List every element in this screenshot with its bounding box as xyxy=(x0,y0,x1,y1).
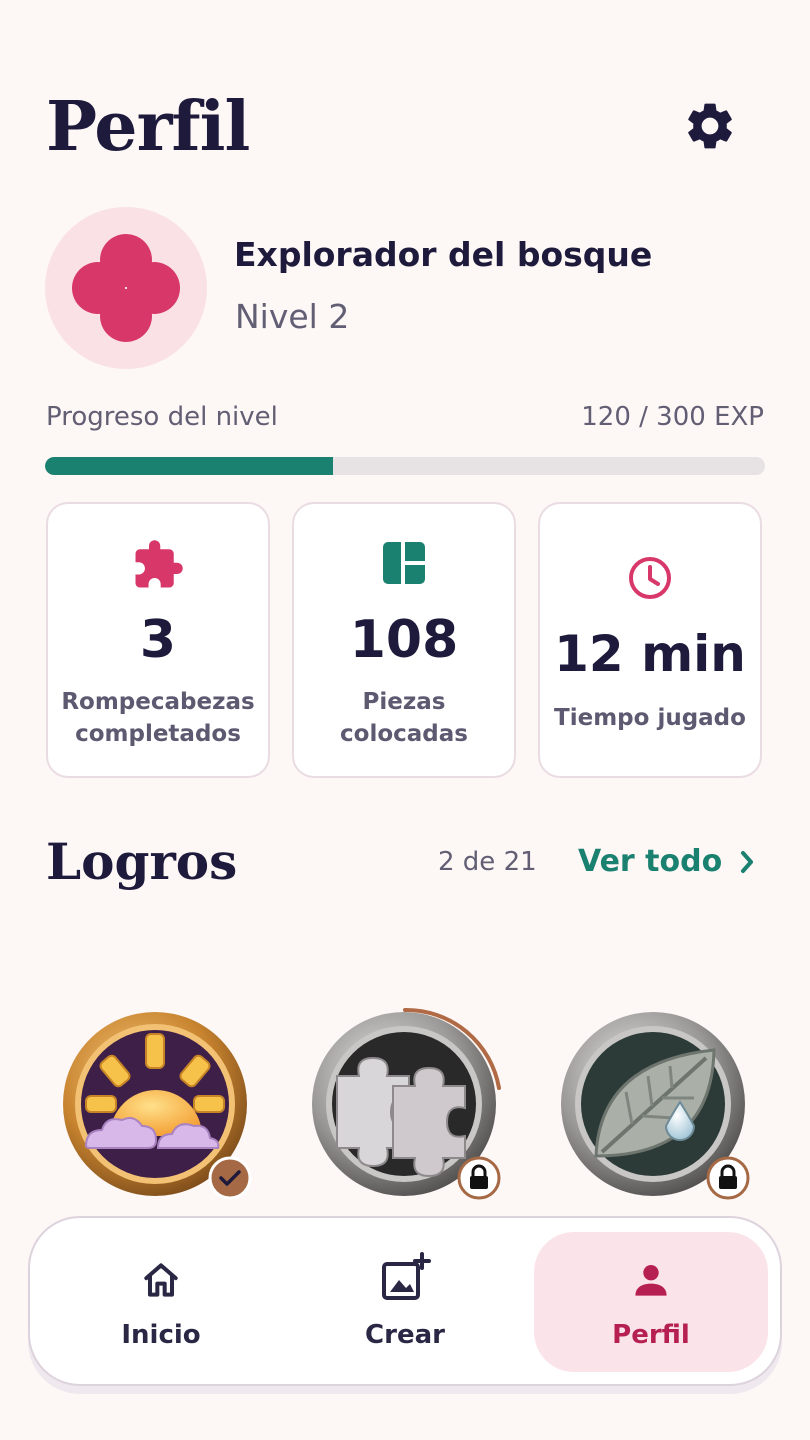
achievement-badge-leaf[interactable] xyxy=(556,1006,756,1206)
player-name: Explorador del bosque xyxy=(234,235,653,274)
progress-value: 120 / 300 EXP xyxy=(581,402,764,432)
see-all-label: Ver todo xyxy=(578,844,723,879)
home-icon xyxy=(144,1263,178,1297)
achievement-badge-sunrise[interactable] xyxy=(58,1006,258,1206)
lock-icon xyxy=(457,1156,501,1200)
achievements-count: 2 de 21 xyxy=(438,847,537,877)
bottom-navigation: Inicio Crear Perfil xyxy=(28,1216,782,1386)
puzzle-piece-icon xyxy=(135,540,183,588)
page-title: Perfil xyxy=(46,87,250,167)
avatar[interactable] xyxy=(45,207,207,369)
pieces-grid-icon xyxy=(383,542,425,584)
person-icon xyxy=(635,1264,667,1296)
nav-label: Crear xyxy=(365,1320,445,1350)
nav-item-crear[interactable]: Crear xyxy=(288,1232,522,1372)
stat-value: 12 min xyxy=(554,625,746,683)
checkmark-icon xyxy=(208,1156,252,1200)
stat-value: 3 xyxy=(139,610,177,670)
progress-label: Progreso del nivel xyxy=(46,402,278,432)
achievement-badge-puzzle[interactable] xyxy=(307,1006,507,1206)
add-image-icon xyxy=(382,1252,431,1300)
level-progress-bar xyxy=(45,457,765,475)
stat-label: Rompecabezas completados xyxy=(61,689,255,747)
stat-card-puzzles: 3 Rompecabezas completados xyxy=(46,502,270,778)
see-all-link[interactable]: Ver todo xyxy=(578,842,756,882)
nav-item-inicio[interactable]: Inicio xyxy=(44,1232,278,1372)
lock-icon xyxy=(706,1156,750,1200)
settings-button[interactable] xyxy=(680,96,740,156)
stat-label: Piezas colocadas xyxy=(340,689,468,747)
chevron-right-icon xyxy=(741,851,754,873)
nav-label: Inicio xyxy=(121,1320,201,1350)
clock-icon xyxy=(629,557,671,599)
stat-value: 108 xyxy=(349,610,459,670)
player-level: Nivel 2 xyxy=(235,297,350,336)
stat-card-pieces: 108 Piezas colocadas xyxy=(292,502,516,778)
nav-item-perfil[interactable]: Perfil xyxy=(534,1232,768,1372)
gear-icon xyxy=(688,103,732,149)
achievements-title: Logros xyxy=(46,832,238,891)
nav-label: Perfil xyxy=(612,1320,690,1350)
flower-icon xyxy=(72,234,180,342)
level-progress-fill xyxy=(45,457,333,475)
stat-card-time: 12 min Tiempo jugado xyxy=(538,502,762,778)
stat-label: Tiempo jugado xyxy=(554,705,746,731)
